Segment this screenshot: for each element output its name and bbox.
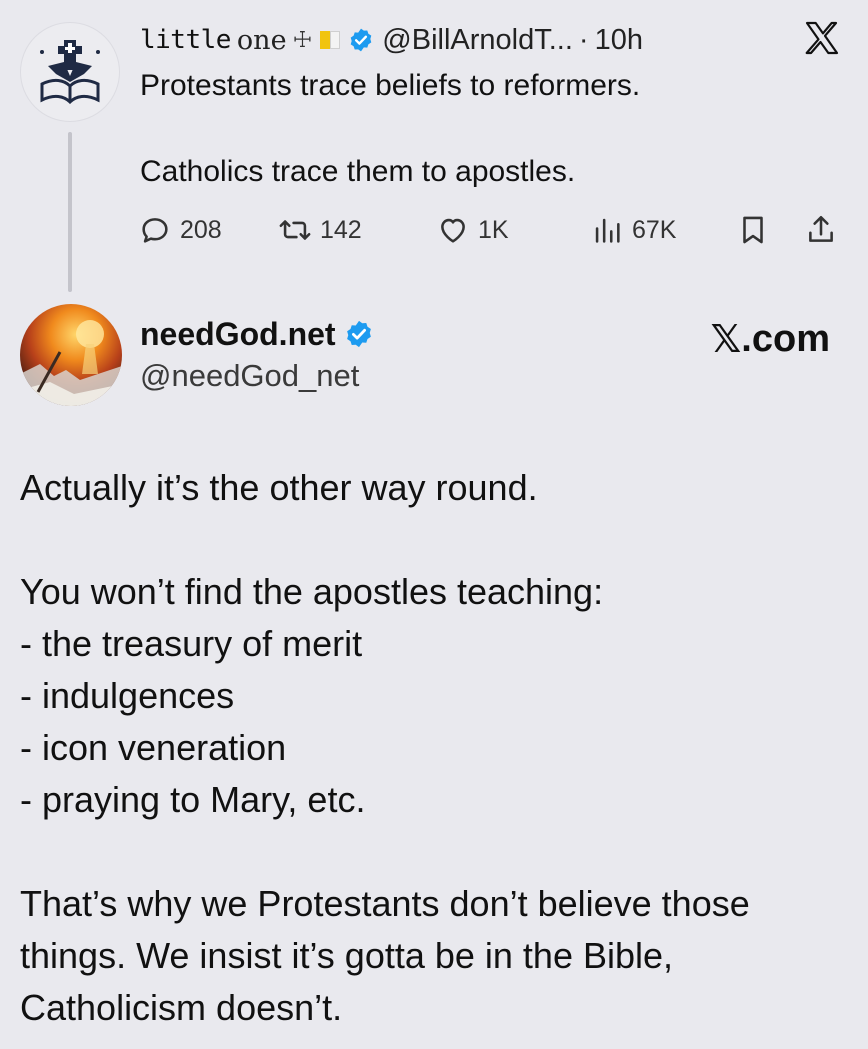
repost-icon [279, 220, 311, 240]
tweet-line: That’s why we Protestants don’t believe … [20, 883, 750, 924]
main-avatar[interactable] [20, 304, 122, 406]
like-count: 1K [478, 215, 509, 244]
vatican-flag-icon [320, 31, 341, 49]
reply-count: 208 [180, 215, 222, 244]
tweet-paragraph: You won’t find the apostles teaching: - … [20, 566, 850, 826]
xcom-watermark: 𝕏 .com [711, 314, 830, 364]
parent-handle[interactable]: @BillArnoldT... [382, 24, 573, 57]
reply-icon [142, 218, 168, 243]
avatar-artwork [20, 320, 122, 406]
main-tweet-text: Actually it’s the other way round. You w… [20, 462, 850, 1034]
tweet-paragraph: Actually it’s the other way round. [20, 462, 850, 514]
main-display-name[interactable]: needGod.net [140, 316, 336, 353]
tweet-line: Actually it’s the other way round. [20, 467, 538, 508]
church-book-logo-icon [40, 40, 100, 105]
parent-display-name-word[interactable]: one [237, 25, 287, 56]
parent-tweet-text: Protestants trace beliefs to reformers. … [140, 66, 840, 192]
parent-tweet-line: Catholics trace them to apostles. [140, 155, 576, 188]
main-handle[interactable]: @needGod_net [140, 358, 359, 394]
tweet-line: Catholicism doesn’t. [20, 987, 343, 1028]
list-item: - indulgences [20, 675, 235, 716]
list-item: - praying to Mary, etc. [20, 779, 366, 820]
parent-tweet-line: Protestants trace beliefs to reformers. [140, 69, 641, 102]
x-logo-glyph: 𝕏 [710, 318, 742, 361]
view-count: 67K [632, 215, 677, 244]
tweet-paragraph: That’s why we Protestants don’t believe … [20, 878, 850, 1034]
repost-button[interactable]: 142 [278, 208, 362, 252]
x-logo-icon[interactable] [802, 18, 842, 60]
share-button[interactable] [804, 208, 846, 252]
reply-button[interactable]: 208 [138, 208, 222, 252]
repost-count: 142 [320, 215, 362, 244]
screenshot: little one ☩ @BillArnoldT... · 10h Prote… [0, 0, 868, 1049]
verified-badge-icon [348, 27, 374, 53]
time-separator: · [578, 23, 589, 56]
views-icon [595, 218, 620, 243]
like-button[interactable]: 1K [436, 208, 509, 252]
parent-avatar[interactable] [20, 22, 120, 122]
main-display-name-row: needGod.net [140, 312, 382, 356]
tweet-time[interactable]: 10h [595, 24, 643, 57]
share-icon [809, 215, 833, 242]
views-button[interactable]: 67K [590, 208, 676, 252]
tweet-line: You won’t find the apostles teaching: [20, 571, 604, 612]
bookmark-button[interactable] [736, 208, 778, 252]
tweet-action-bar: 208 142 1K 67K [138, 208, 844, 252]
parent-tweet-header: little one ☩ @BillArnoldT... · 10h [140, 20, 643, 60]
verified-badge-icon [344, 319, 374, 349]
like-icon [441, 218, 465, 243]
tweet-line: things. We insist it’s gotta be in the B… [20, 935, 674, 976]
watermark-text: .com [741, 317, 830, 360]
bookmark-icon [743, 216, 763, 244]
thread-connector-line [68, 132, 72, 292]
parent-display-name[interactable]: little [140, 25, 231, 55]
list-item: - the treasury of merit [20, 623, 363, 664]
cross-glyph: ☩ [292, 27, 313, 52]
list-item: - icon veneration [20, 727, 287, 768]
